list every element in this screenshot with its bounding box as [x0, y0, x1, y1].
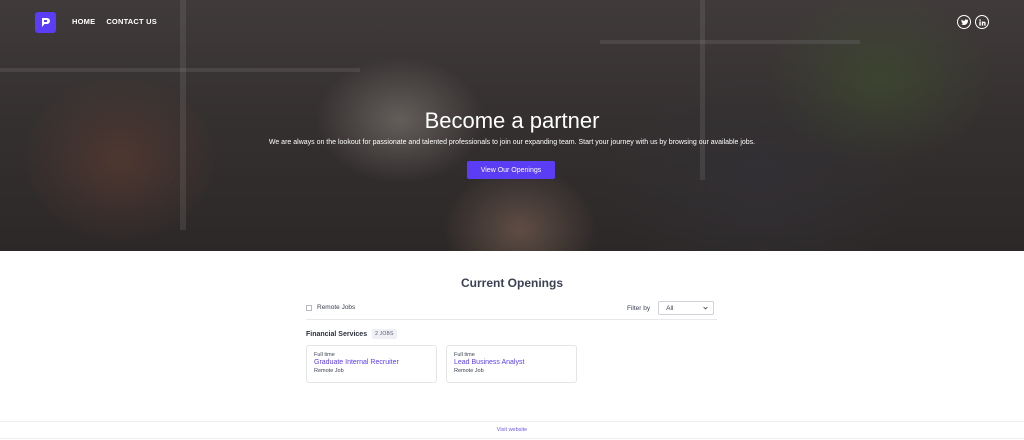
twitter-button[interactable]: [957, 15, 971, 29]
logo[interactable]: [35, 12, 56, 33]
remote-jobs-filter: Remote Jobs: [306, 304, 355, 311]
footer-divider: [0, 438, 1024, 439]
section-title: Current Openings: [460, 276, 563, 290]
logo-icon: [42, 18, 50, 27]
job-location: Remote Job: [314, 368, 344, 374]
job-title[interactable]: Graduate Internal Recruiter: [314, 359, 429, 366]
remote-jobs-label[interactable]: Remote Jobs: [317, 304, 355, 311]
filter-label: Filter by: [627, 304, 651, 312]
footer-divider: [0, 421, 1024, 422]
view-openings-button[interactable]: View Our Openings: [467, 161, 555, 179]
job-location: Remote Job: [454, 368, 484, 374]
nav-home-link[interactable]: HOME: [72, 17, 95, 26]
filter-select[interactable]: All: [658, 301, 715, 315]
job-card[interactable]: Full time Graduate Internal Recruiter Re…: [306, 345, 437, 383]
job-card[interactable]: Full time Lead Business Analyst Remote J…: [446, 345, 577, 383]
chevron-down-icon: [703, 306, 708, 310]
hero-title: Become a partner: [424, 108, 600, 133]
social-links: [957, 15, 989, 29]
linkedin-icon: [978, 18, 986, 26]
twitter-icon: [960, 19, 968, 25]
jobs-count-badge: 2 JOBS: [372, 329, 397, 339]
filter-select-value: All: [666, 304, 674, 312]
hero-banner: HOME CONTACT US Become a partner We are …: [0, 0, 1024, 251]
job-title[interactable]: Lead Business Analyst: [454, 359, 569, 366]
job-type: Full time: [454, 352, 475, 358]
hero-subtitle: We are always on the lookout for passion…: [268, 139, 756, 146]
department-name: Financial Services: [306, 330, 368, 338]
department-header: Financial Services 2 JOBS: [306, 329, 397, 339]
main-nav: HOME CONTACT US: [72, 17, 157, 26]
visit-website-link[interactable]: Visit website: [0, 427, 1024, 433]
job-type: Full time: [314, 352, 335, 358]
remote-jobs-checkbox[interactable]: [306, 304, 312, 311]
filter-by: Filter by All: [627, 301, 715, 315]
divider: [306, 319, 717, 320]
nav-contact-link[interactable]: CONTACT US: [106, 17, 157, 26]
linkedin-button[interactable]: [975, 15, 989, 29]
